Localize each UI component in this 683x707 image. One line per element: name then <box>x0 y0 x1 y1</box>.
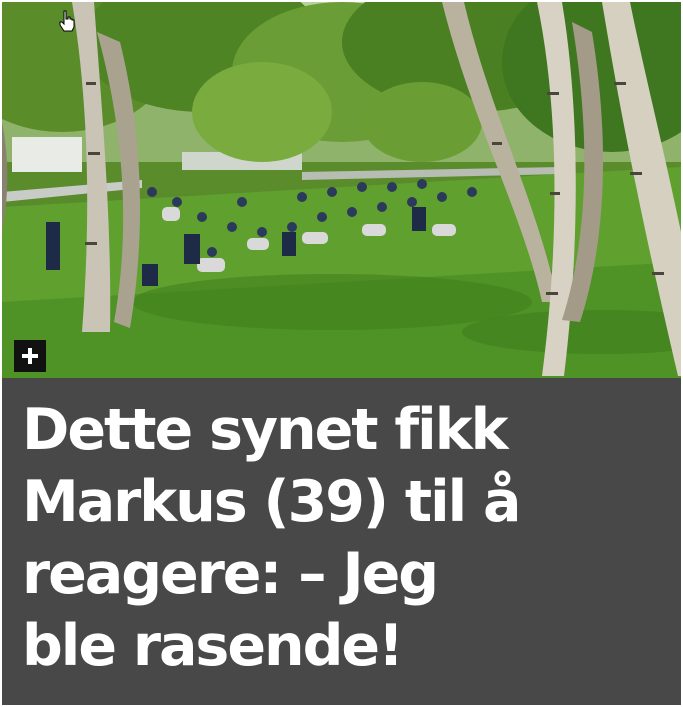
expand-image-button[interactable] <box>14 340 46 372</box>
hand-pointer-icon <box>59 10 75 32</box>
article-photo[interactable] <box>2 2 681 378</box>
park-scene-illustration <box>2 2 681 378</box>
article-teaser[interactable]: Dette synet fikk Markus (39) til å reage… <box>0 0 683 707</box>
article-headline[interactable]: Dette synet fikk Markus (39) til å reage… <box>22 394 622 682</box>
headline-panel[interactable]: Dette synet fikk Markus (39) til å reage… <box>2 378 681 705</box>
